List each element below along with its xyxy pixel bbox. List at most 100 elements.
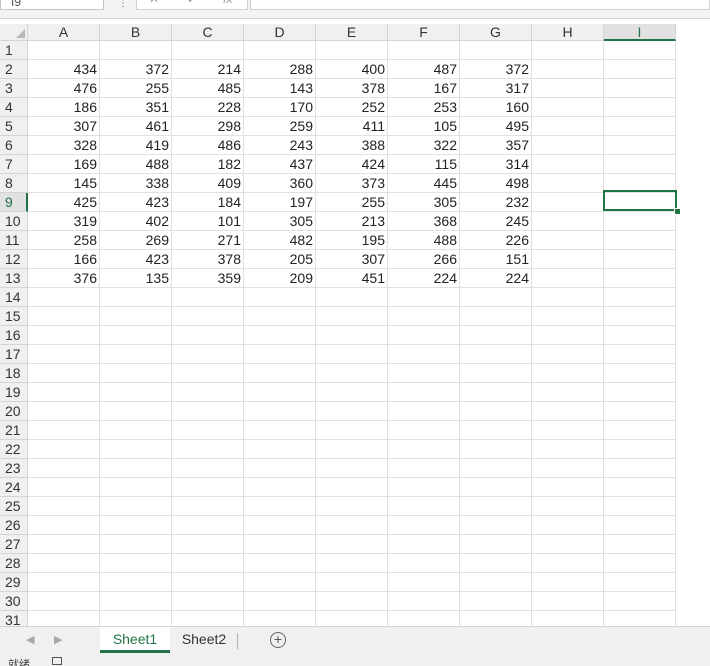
cell-e20[interactable] <box>316 402 388 421</box>
cell-c21[interactable] <box>172 421 244 440</box>
insert-function-icon[interactable]: fx <box>223 0 232 6</box>
cell-c16[interactable] <box>172 326 244 345</box>
cell-h27[interactable] <box>532 535 604 554</box>
row-header-18[interactable]: 18 <box>0 364 28 383</box>
cell-a31[interactable] <box>28 611 100 626</box>
cell-g28[interactable] <box>460 554 532 573</box>
cell-h29[interactable] <box>532 573 604 592</box>
cell-h18[interactable] <box>532 364 604 383</box>
cell-a19[interactable] <box>28 383 100 402</box>
cell-e30[interactable] <box>316 592 388 611</box>
cell-d25[interactable] <box>244 497 316 516</box>
cell-g26[interactable] <box>460 516 532 535</box>
cell-f3[interactable]: 167 <box>388 79 460 98</box>
cell-a23[interactable] <box>28 459 100 478</box>
cell-d19[interactable] <box>244 383 316 402</box>
cell-d26[interactable] <box>244 516 316 535</box>
cell-b7[interactable]: 488 <box>100 155 172 174</box>
cell-c15[interactable] <box>172 307 244 326</box>
cell-f21[interactable] <box>388 421 460 440</box>
tab-sheet2[interactable]: Sheet2 <box>172 627 236 653</box>
row-header-10[interactable]: 10 <box>0 212 28 231</box>
cell-c28[interactable] <box>172 554 244 573</box>
cell-f26[interactable] <box>388 516 460 535</box>
cell-f1[interactable] <box>388 41 460 60</box>
cell-e13[interactable]: 451 <box>316 269 388 288</box>
cell-e3[interactable]: 378 <box>316 79 388 98</box>
cell-e12[interactable]: 307 <box>316 250 388 269</box>
cell-i2[interactable] <box>604 60 676 79</box>
cell-c27[interactable] <box>172 535 244 554</box>
cell-c19[interactable] <box>172 383 244 402</box>
cell-i30[interactable] <box>604 592 676 611</box>
cell-b13[interactable]: 135 <box>100 269 172 288</box>
cell-g3[interactable]: 317 <box>460 79 532 98</box>
cell-b4[interactable]: 351 <box>100 98 172 117</box>
row-header-28[interactable]: 28 <box>0 554 28 573</box>
cell-d4[interactable]: 170 <box>244 98 316 117</box>
cell-i14[interactable] <box>604 288 676 307</box>
cell-f18[interactable] <box>388 364 460 383</box>
cell-f20[interactable] <box>388 402 460 421</box>
column-header-c[interactable]: C <box>172 24 244 41</box>
cell-e25[interactable] <box>316 497 388 516</box>
cell-a7[interactable]: 169 <box>28 155 100 174</box>
cell-g31[interactable] <box>460 611 532 626</box>
cell-i4[interactable] <box>604 98 676 117</box>
cell-a8[interactable]: 145 <box>28 174 100 193</box>
cell-b9[interactable]: 423 <box>100 193 172 212</box>
cell-f6[interactable]: 322 <box>388 136 460 155</box>
cell-h22[interactable] <box>532 440 604 459</box>
row-header-30[interactable]: 30 <box>0 592 28 611</box>
cell-d1[interactable] <box>244 41 316 60</box>
cell-e11[interactable]: 195 <box>316 231 388 250</box>
cell-d21[interactable] <box>244 421 316 440</box>
cell-h4[interactable] <box>532 98 604 117</box>
row-header-29[interactable]: 29 <box>0 573 28 592</box>
cell-a14[interactable] <box>28 288 100 307</box>
cell-g6[interactable]: 357 <box>460 136 532 155</box>
cell-b15[interactable] <box>100 307 172 326</box>
cell-e1[interactable] <box>316 41 388 60</box>
cell-e24[interactable] <box>316 478 388 497</box>
row-header-24[interactable]: 24 <box>0 478 28 497</box>
cell-i1[interactable] <box>604 41 676 60</box>
cell-i10[interactable] <box>604 212 676 231</box>
cell-h1[interactable] <box>532 41 604 60</box>
cell-a25[interactable] <box>28 497 100 516</box>
row-header-2[interactable]: 2 <box>0 60 28 79</box>
cell-e26[interactable] <box>316 516 388 535</box>
cell-b26[interactable] <box>100 516 172 535</box>
cell-h12[interactable] <box>532 250 604 269</box>
cell-d23[interactable] <box>244 459 316 478</box>
row-header-7[interactable]: 7 <box>0 155 28 174</box>
cell-c13[interactable]: 359 <box>172 269 244 288</box>
cell-e15[interactable] <box>316 307 388 326</box>
cell-e10[interactable]: 213 <box>316 212 388 231</box>
cell-h26[interactable] <box>532 516 604 535</box>
cell-b28[interactable] <box>100 554 172 573</box>
cell-a2[interactable]: 434 <box>28 60 100 79</box>
cell-c18[interactable] <box>172 364 244 383</box>
cell-f23[interactable] <box>388 459 460 478</box>
row-header-23[interactable]: 23 <box>0 459 28 478</box>
cell-e2[interactable]: 400 <box>316 60 388 79</box>
cell-d27[interactable] <box>244 535 316 554</box>
cell-h20[interactable] <box>532 402 604 421</box>
cell-g7[interactable]: 314 <box>460 155 532 174</box>
column-header-g[interactable]: G <box>460 24 532 41</box>
spreadsheet-grid[interactable]: A B C D E F G H I 1 2 434 372 214 288 400 487 372 3 476 255 4… <box>0 24 710 626</box>
cell-g5[interactable]: 495 <box>460 117 532 136</box>
cell-d5[interactable]: 259 <box>244 117 316 136</box>
cell-b31[interactable] <box>100 611 172 626</box>
cell-g30[interactable] <box>460 592 532 611</box>
formula-input[interactable] <box>250 0 710 10</box>
cell-d31[interactable] <box>244 611 316 626</box>
cell-c24[interactable] <box>172 478 244 497</box>
cell-e6[interactable]: 388 <box>316 136 388 155</box>
cell-f24[interactable] <box>388 478 460 497</box>
cell-a16[interactable] <box>28 326 100 345</box>
cell-h10[interactable] <box>532 212 604 231</box>
cell-a30[interactable] <box>28 592 100 611</box>
active-cell-outline[interactable] <box>603 190 677 211</box>
